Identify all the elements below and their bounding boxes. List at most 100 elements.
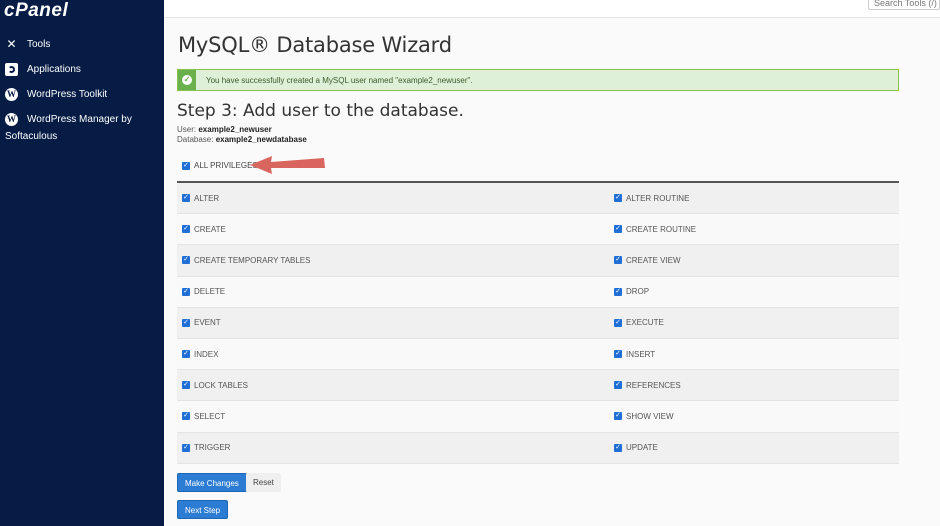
privilege-checkbox[interactable]: ✓ SELECT — [177, 412, 609, 421]
wordpress-icon: W — [5, 113, 18, 126]
checkbox-checked-icon[interactable]: ✓ — [614, 381, 622, 390]
wordpress-icon: W — [5, 88, 18, 101]
next-step-button[interactable]: Next Step — [177, 500, 229, 519]
annotation-arrow-icon — [250, 156, 325, 174]
privilege-row: ✓ INDEX ✓ INSERT — [177, 338, 899, 371]
checkbox-checked-icon[interactable]: ✓ — [614, 256, 622, 265]
privilege-label: ALTER ROUTINE — [626, 193, 690, 203]
sidebar-item-wordpress-toolkit[interactable]: W WordPress Toolkit — [5, 86, 107, 103]
privilege-row: ✓ SELECT ✓ SHOW VIEW — [177, 401, 899, 433]
reset-button[interactable]: Reset — [246, 473, 281, 492]
privilege-checkbox[interactable]: ✓ LOCK TABLES — [177, 381, 609, 390]
sidebar-item-label: Applications — [27, 64, 81, 75]
checkbox-checked-icon[interactable]: ✓ — [182, 161, 190, 170]
checkbox-checked-icon[interactable]: ✓ — [182, 443, 190, 452]
privileges-table: ✓ ALTER ✓ ALTER ROUTINE ✓ CREATE ✓ CREATE ROUTI… — [177, 181, 899, 464]
checkbox-checked-icon[interactable]: ✓ — [182, 350, 190, 359]
tools-icon: ✕ — [6, 37, 17, 51]
privilege-row: ✓ LOCK TABLES ✓ REFERENCES — [177, 370, 899, 402]
checkbox-checked-icon[interactable]: ✓ — [182, 225, 190, 234]
applications-icon — [5, 63, 18, 76]
make-changes-button[interactable]: Make Changes — [177, 473, 247, 492]
privilege-checkbox[interactable]: ✓ INDEX — [177, 350, 609, 359]
checkbox-checked-icon[interactable]: ✓ — [614, 412, 622, 421]
privilege-checkbox[interactable]: ✓ DROP — [609, 287, 649, 296]
checkbox-checked-icon[interactable]: ✓ — [614, 350, 622, 359]
privilege-label: INSERT — [626, 349, 656, 359]
all-privileges-label: ALL PRIVILEGES — [194, 161, 258, 170]
privilege-checkbox[interactable]: ✓ CREATE ROUTINE — [609, 225, 696, 234]
success-alert: ✓ You have successfully created a MySQL … — [177, 69, 899, 91]
main-content: MySQL® Database Wizard ✓ You have succes… — [164, 19, 940, 526]
cpanel-logo[interactable]: cPanel — [4, 0, 68, 22]
page-title: MySQL® Database Wizard — [178, 33, 452, 57]
privilege-row: ✓ TRIGGER ✓ UPDATE — [177, 432, 899, 464]
user-database-info: User: example2_newuser Database: example… — [177, 125, 307, 145]
search-tools-input[interactable]: Search Tools (/) — [868, 0, 940, 10]
privilege-row: ✓ EVENT ✓ EXECUTE — [177, 307, 899, 339]
alert-icon-box: ✓ — [178, 70, 196, 90]
privilege-checkbox[interactable]: ✓ UPDATE — [609, 443, 658, 452]
privilege-label: DELETE — [194, 287, 226, 297]
privilege-label: UPDATE — [626, 443, 658, 453]
privilege-label: EXECUTE — [626, 318, 664, 328]
database-value: example2_newdatabase — [215, 135, 307, 144]
sidebar-item-tools[interactable]: ✕ Tools — [5, 36, 50, 53]
privilege-checkbox[interactable]: ✓ ALTER — [177, 194, 609, 203]
privilege-checkbox[interactable]: ✓ CREATE — [177, 225, 609, 234]
checkbox-checked-icon[interactable]: ✓ — [182, 412, 190, 421]
checkbox-checked-icon[interactable]: ✓ — [182, 381, 190, 390]
privilege-row: ✓ DELETE ✓ DROP — [177, 276, 899, 308]
privilege-label: CREATE TEMPORARY TABLES — [194, 255, 311, 265]
sidebar-item-label: Softaculous — [5, 131, 58, 142]
step-title: Step 3: Add user to the database. — [177, 101, 464, 121]
privilege-row: ✓ ALTER ✓ ALTER ROUTINE — [177, 183, 899, 215]
checkbox-checked-icon[interactable]: ✓ — [614, 225, 622, 234]
sidebar-item-label: Tools — [27, 39, 51, 50]
privilege-label: DROP — [626, 287, 650, 297]
privilege-checkbox[interactable]: ✓ TRIGGER — [177, 443, 609, 452]
checkbox-checked-icon[interactable]: ✓ — [182, 318, 190, 327]
user-label: User: — [177, 125, 197, 134]
privilege-checkbox[interactable]: ✓ DELETE — [177, 287, 609, 296]
privilege-checkbox[interactable]: ✓ REFERENCES — [609, 381, 681, 390]
alert-message: You have successfully created a MySQL us… — [206, 75, 473, 85]
privilege-label: CREATE — [194, 224, 226, 234]
privilege-label: SHOW VIEW — [626, 411, 674, 421]
sidebar-item-label-cont[interactable]: Softaculous — [5, 128, 57, 145]
sidebar-item-wordpress-manager[interactable]: W WordPress Manager by — [5, 111, 132, 128]
privilege-label: LOCK TABLES — [194, 380, 248, 390]
sidebar-item-label: WordPress Manager by — [27, 114, 132, 125]
sidebar-item-label: WordPress Toolkit — [27, 89, 108, 100]
privilege-label: CREATE VIEW — [626, 255, 681, 265]
privilege-label: EVENT — [194, 318, 221, 328]
privilege-checkbox[interactable]: ✓ ALTER ROUTINE — [609, 194, 689, 203]
privilege-row: ✓ CREATE TEMPORARY TABLES ✓ CREATE VIEW — [177, 245, 899, 277]
checkbox-checked-icon[interactable]: ✓ — [182, 194, 190, 203]
checkbox-checked-icon[interactable]: ✓ — [614, 287, 622, 296]
checkbox-checked-icon[interactable]: ✓ — [614, 194, 622, 203]
privilege-label: ALTER — [194, 193, 220, 203]
sidebar-item-applications[interactable]: Applications — [5, 61, 81, 78]
privilege-checkbox[interactable]: ✓ EXECUTE — [609, 318, 664, 327]
user-value: example2_newuser — [198, 125, 272, 134]
sidebar: cPanel ✕ Tools Applications W WordPress … — [0, 0, 164, 526]
privilege-checkbox[interactable]: ✓ CREATE VIEW — [609, 256, 681, 265]
privilege-label: SELECT — [194, 411, 226, 421]
privilege-checkbox[interactable]: ✓ SHOW VIEW — [609, 412, 674, 421]
checkbox-checked-icon[interactable]: ✓ — [614, 318, 622, 327]
checkbox-checked-icon[interactable]: ✓ — [614, 443, 622, 452]
all-privileges-checkbox[interactable]: ✓ ALL PRIVILEGES — [182, 161, 258, 170]
top-bar: Search Tools (/) — [164, 0, 940, 18]
database-label: Database: — [177, 135, 214, 144]
privilege-checkbox[interactable]: ✓ EVENT — [177, 318, 609, 327]
check-circle-icon: ✓ — [182, 75, 192, 85]
checkbox-checked-icon[interactable]: ✓ — [182, 256, 190, 265]
privilege-label: TRIGGER — [194, 443, 231, 453]
privilege-label: CREATE ROUTINE — [626, 224, 697, 234]
checkbox-checked-icon[interactable]: ✓ — [182, 287, 190, 296]
privilege-label: INDEX — [194, 349, 219, 359]
privilege-label: REFERENCES — [626, 380, 681, 390]
privilege-checkbox[interactable]: ✓ INSERT — [609, 350, 655, 359]
privilege-checkbox[interactable]: ✓ CREATE TEMPORARY TABLES — [177, 256, 609, 265]
